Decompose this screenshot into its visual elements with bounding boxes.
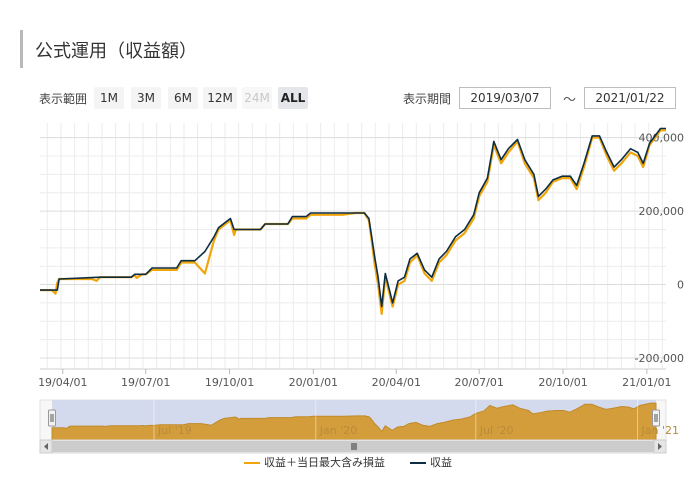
x-tick-label: 20/04/01 xyxy=(372,376,421,389)
legend-swatch xyxy=(410,462,426,464)
legend-item-profit[interactable]: 収益 xyxy=(410,454,452,470)
navigator-scrollbar[interactable] xyxy=(39,439,667,454)
legend-swatch xyxy=(244,462,260,464)
profit-chart[interactable]: -200,000 0 200,000 400,000 19/04/01 19/07/01… xyxy=(0,0,696,479)
x-tick-label: 20/07/01 xyxy=(454,376,503,389)
legend-label: 収益＋当日最大含み損益 xyxy=(264,456,385,469)
plot-area xyxy=(40,123,666,369)
y-tick-label: 400,000 xyxy=(639,132,685,145)
navigator-handle-right[interactable] xyxy=(652,409,660,427)
y-tick-label: 0 xyxy=(677,279,684,292)
x-tick-label: 20/01/01 xyxy=(289,376,338,389)
x-tick-label: 21/01/01 xyxy=(622,376,671,389)
navigator-tick-label: Jan '21 xyxy=(641,424,679,437)
x-tick-label: 19/10/01 xyxy=(205,376,254,389)
navigator-tick-label: Jul '20 xyxy=(479,424,514,437)
y-tick-label: 200,000 xyxy=(639,205,685,218)
y-tick-label: -200,000 xyxy=(635,352,684,365)
legend-item-profit-with-unrealized[interactable]: 収益＋当日最大含み損益 xyxy=(244,454,385,470)
navigator: Jul '19 Jan '20 Jul '20 Jan '21 xyxy=(39,399,679,454)
navigator-tick-label: Jan '20 xyxy=(319,424,357,437)
chart-grid xyxy=(40,123,666,369)
x-tick-label: 19/07/01 xyxy=(121,376,170,389)
x-tick-label: 20/10/01 xyxy=(538,376,587,389)
legend-label: 収益 xyxy=(430,456,452,469)
x-axis: 19/04/01 19/07/01 19/10/01 20/01/01 20/04/01… xyxy=(38,368,672,389)
navigator-handle-left[interactable] xyxy=(48,409,56,427)
navigator-tick-label: Jul '19 xyxy=(157,424,192,437)
x-tick-label: 19/04/01 xyxy=(38,376,87,389)
